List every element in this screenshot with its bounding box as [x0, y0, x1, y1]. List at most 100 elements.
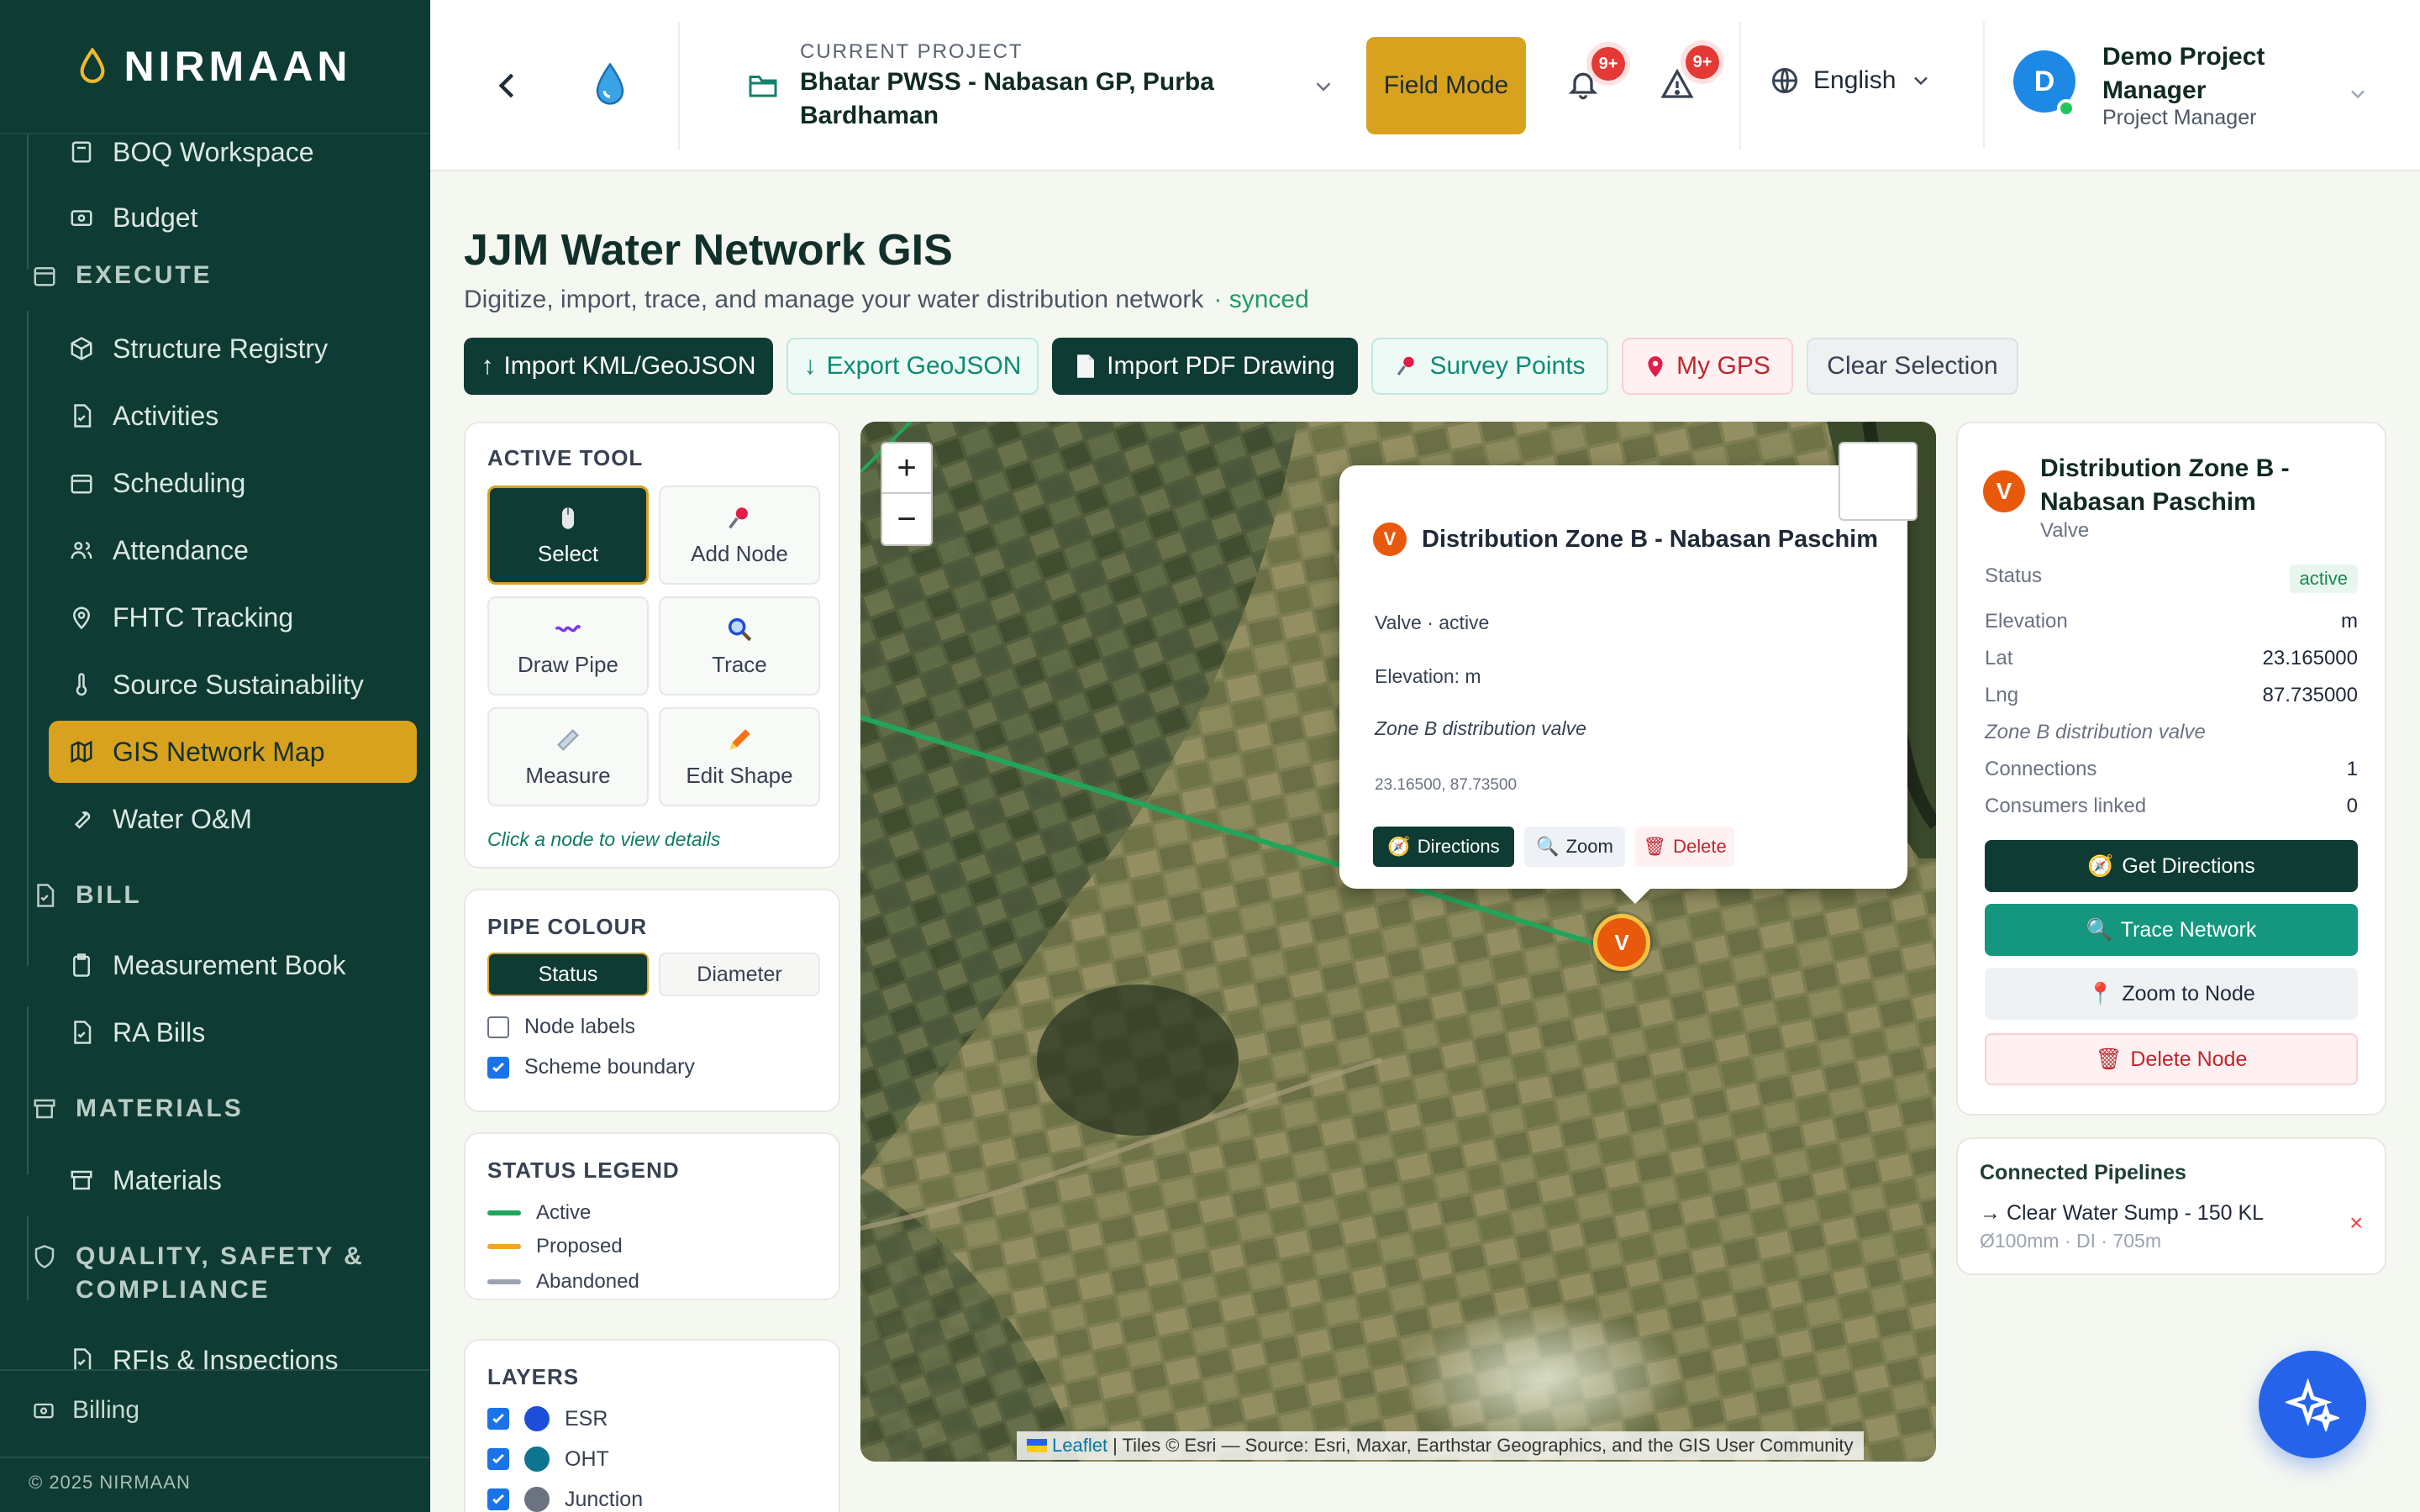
- document-icon: [1077, 354, 1095, 378]
- kv-label: Connections: [1985, 758, 2097, 780]
- my-gps-button[interactable]: My GPS: [1622, 338, 1793, 395]
- project-selector[interactable]: Bhatar PWSS - Nabasan GP, Purba Bardhama…: [800, 66, 1304, 133]
- chevron-down-icon[interactable]: [1311, 74, 1336, 99]
- export-geojson-button[interactable]: ↓ Export GeoJSON: [786, 338, 1039, 395]
- sidebar-item-measurement-book[interactable]: Measurement Book: [49, 934, 417, 996]
- node-labels-checkbox[interactable]: Node labels: [487, 1015, 635, 1039]
- sidebar-item-water-om[interactable]: Water O&M: [49, 788, 417, 850]
- get-directions-button[interactable]: 🧭 Get Directions: [1985, 840, 2358, 892]
- sidebar-item-structure-registry[interactable]: Structure Registry: [49, 318, 417, 380]
- sidebar-section-label: BILL: [76, 881, 142, 909]
- sidebar-section-materials[interactable]: MATERIALS: [32, 1092, 418, 1126]
- layers-heading: LAYERS: [487, 1364, 580, 1389]
- sidebar-item-source-sustainability[interactable]: Source Sustainability: [49, 654, 417, 716]
- popup-close-button[interactable]: [1839, 442, 1918, 521]
- leaflet-link[interactable]: Leaflet: [1052, 1435, 1107, 1457]
- connected-pipeline-meta: Ø100mm · DI · 705m: [1980, 1230, 2161, 1252]
- zoom-in-button[interactable]: +: [882, 444, 931, 494]
- draw-pipe-tool-button[interactable]: Draw Pipe: [487, 596, 649, 696]
- sidebar-item-gis-network-map[interactable]: GIS Network Map: [49, 721, 417, 783]
- popup-title: V Distribution Zone B - Nabasan Paschim: [1373, 522, 1878, 556]
- popup-zoom-button[interactable]: 🔍 Zoom: [1524, 827, 1625, 867]
- sidebar-item-ra-bills[interactable]: RA Bills: [49, 1001, 417, 1063]
- check-icon: [492, 1062, 504, 1072]
- legend-swatch: [487, 1279, 521, 1284]
- button-label: Import KML/GeoJSON: [503, 352, 756, 380]
- pipe-colour-diameter-toggle[interactable]: Diameter: [659, 953, 820, 996]
- sidebar-item-rfis-inspections[interactable]: RFIs & Inspections: [49, 1329, 417, 1369]
- sidebar-section-quality[interactable]: QUALITY, SAFETY & COMPLIANCE: [32, 1240, 385, 1307]
- sidebar-item-label: Activities: [113, 400, 219, 431]
- zoom-to-node-button[interactable]: 📍 Zoom to Node: [1985, 968, 2358, 1020]
- sidebar-item-label: Source Sustainability: [113, 669, 364, 700]
- legend-item-abandoned: Abandoned: [487, 1270, 639, 1294]
- popup-note: Zone B distribution valve: [1375, 717, 1586, 739]
- zoom-out-button[interactable]: −: [882, 494, 931, 544]
- sidebar-logo[interactable]: NIRMAAN: [0, 0, 430, 134]
- status-legend-heading: STATUS LEGEND: [487, 1158, 680, 1183]
- layer-junction-checkbox[interactable]: Junction: [487, 1487, 643, 1512]
- user-role: Project Manager: [2102, 106, 2257, 129]
- survey-points-button[interactable]: Survey Points: [1371, 338, 1608, 395]
- user-menu[interactable]: D Demo Project Manager Project Manager: [1983, 22, 2403, 148]
- trace-tool-button[interactable]: Trace: [659, 596, 820, 696]
- kv-label: Status: [1985, 564, 2043, 587]
- detail-note: Zone B distribution valve: [1985, 721, 2358, 744]
- sidebar-item-label: Measurement Book: [113, 949, 346, 980]
- sidebar: BOQ Workspace Budget EXECUTE Structure R…: [0, 0, 430, 1512]
- sidebar-section-bill[interactable]: BILL: [32, 879, 418, 912]
- back-arrow-icon[interactable]: [489, 67, 526, 104]
- sidebar-item-label: BOQ Workspace: [113, 136, 314, 167]
- calendar-icon: [34, 267, 55, 286]
- pin-icon: [72, 606, 91, 630]
- valve-node-marker[interactable]: V: [1593, 914, 1650, 971]
- header-divider: [1739, 22, 1741, 150]
- alert-badge: 9+: [1686, 45, 1719, 79]
- remove-connection-icon[interactable]: ×: [2349, 1210, 2363, 1236]
- popup-directions-button[interactable]: 🧭 Directions: [1373, 827, 1514, 867]
- trace-network-button[interactable]: 🔍 Trace Network: [1985, 904, 2358, 956]
- gis-map[interactable]: + − V V Distribution Zone B - Nabasan Pa…: [860, 422, 1936, 1462]
- calculator-icon: [71, 141, 92, 163]
- shield-icon: [34, 1245, 55, 1268]
- measure-tool-button[interactable]: Measure: [487, 707, 649, 806]
- checkbox-box: [487, 1056, 509, 1079]
- chevron-down-icon[interactable]: [2346, 82, 2370, 106]
- delete-node-button[interactable]: 🗑 Delete Node: [1985, 1033, 2358, 1085]
- sidebar-item-scheduling[interactable]: Scheduling: [49, 452, 417, 514]
- detail-status-row: Status active: [1985, 564, 2358, 593]
- sidebar-item-billing[interactable]: Billing: [32, 1396, 139, 1425]
- clear-selection-button[interactable]: Clear Selection: [1807, 338, 2018, 395]
- pipe-colour-status-toggle[interactable]: Status: [487, 953, 649, 996]
- sidebar-tree-line: [27, 118, 29, 269]
- sidebar-item-activities[interactable]: Activities: [49, 385, 417, 447]
- sidebar-item-budget[interactable]: Budget: [49, 186, 417, 249]
- layer-esr-checkbox[interactable]: ESR: [487, 1406, 608, 1431]
- sidebar-section-execute[interactable]: EXECUTE: [32, 259, 418, 292]
- edit-shape-tool-button[interactable]: Edit Shape: [659, 707, 820, 806]
- ai-assistant-button[interactable]: [2259, 1351, 2366, 1458]
- import-kml-button[interactable]: ↑ Import KML/GeoJSON: [464, 338, 773, 395]
- button-label: Import PDF Drawing: [1107, 352, 1335, 380]
- layer-oht-checkbox[interactable]: OHT: [487, 1446, 609, 1472]
- pencil-icon: [729, 728, 750, 749]
- connected-pipeline-name[interactable]: → Clear Water Sump - 150 KL: [1980, 1201, 2264, 1226]
- online-status-dot: [2057, 99, 2075, 118]
- sidebar-nav[interactable]: BOQ Workspace Budget EXECUTE Structure R…: [0, 118, 430, 1369]
- sidebar-item-label: Water O&M: [113, 803, 252, 834]
- checkbox-box: [487, 1408, 509, 1430]
- add-node-tool-button[interactable]: Add Node: [659, 486, 820, 585]
- legend-item-active: Active: [487, 1201, 591, 1225]
- sidebar-item-attendance[interactable]: Attendance: [49, 519, 417, 581]
- detail-connections-row: Connections 1: [1985, 758, 2358, 781]
- field-mode-button[interactable]: Field Mode: [1366, 37, 1526, 134]
- language-selector[interactable]: English: [1770, 66, 1933, 96]
- attribution-text: | Tiles © Esri — Source: Esri, Maxar, Ea…: [1113, 1435, 1854, 1456]
- scheme-boundary-checkbox[interactable]: Scheme boundary: [487, 1055, 695, 1079]
- sidebar-item-fhtc-tracking[interactable]: FHTC Tracking: [49, 586, 417, 648]
- sidebar-item-materials[interactable]: Materials: [49, 1149, 417, 1211]
- select-tool-button[interactable]: Select: [487, 486, 649, 585]
- popup-delete-button[interactable]: 🗑 Delete: [1635, 827, 1734, 867]
- import-pdf-button[interactable]: Import PDF Drawing: [1052, 338, 1358, 395]
- water-drop-icon[interactable]: [593, 60, 627, 108]
